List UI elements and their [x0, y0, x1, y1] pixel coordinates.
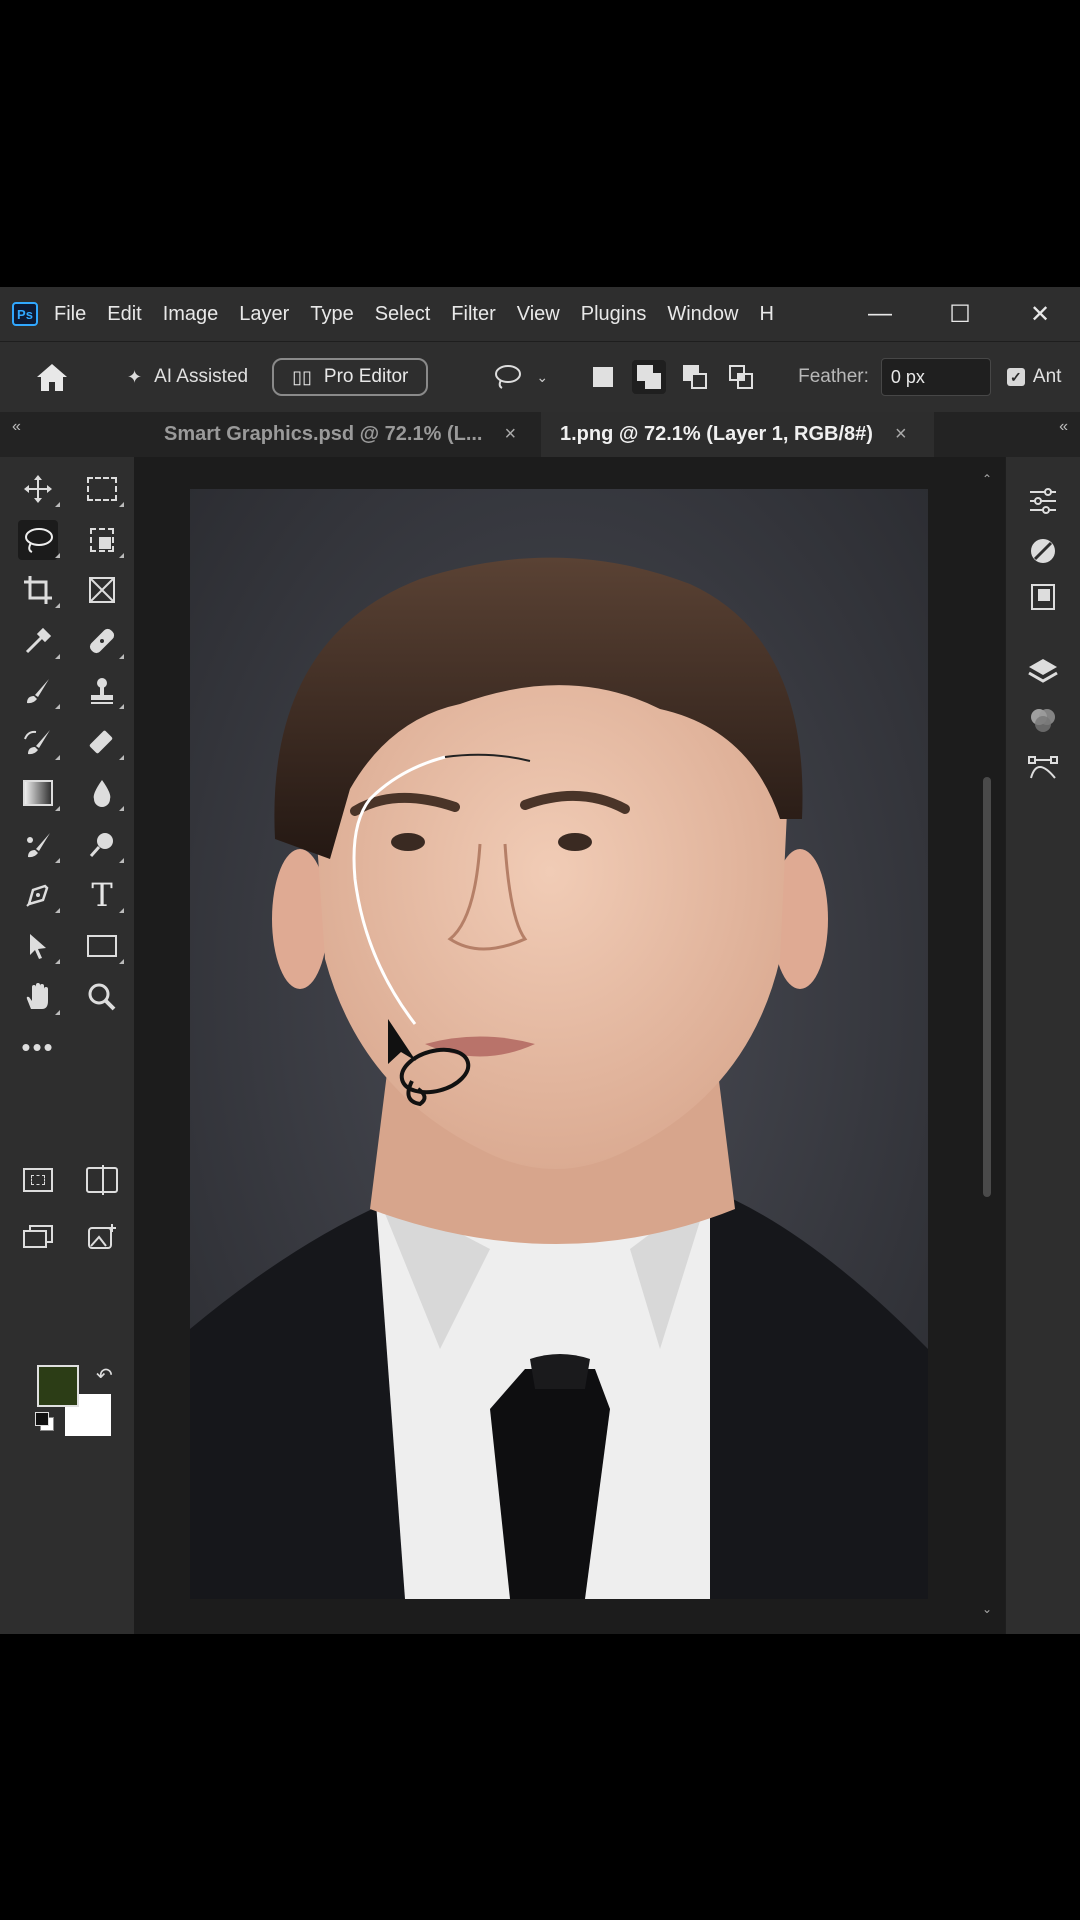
minimize-button[interactable]: — — [840, 287, 920, 341]
feather-input[interactable] — [880, 358, 991, 396]
ps-logo: Ps — [12, 302, 38, 326]
tools-panel: T ••• ↶ — [0, 457, 134, 1634]
document-tabs: « Smart Graphics.psd @ 72.1% (L... × 1.p… — [0, 412, 1080, 457]
window-controls: — ☐ ✕ — [840, 287, 1080, 341]
type-tool-icon[interactable]: T — [82, 875, 124, 915]
brush-tool-icon[interactable] — [18, 671, 60, 711]
clone-stamp-tool-icon[interactable] — [82, 671, 124, 711]
generate-image-icon[interactable] — [82, 1217, 122, 1257]
lasso-preset-picker[interactable]: ⌄ — [492, 363, 548, 391]
pen-tool-icon[interactable] — [18, 875, 60, 915]
collapse-panels-icon[interactable]: « — [1059, 418, 1068, 436]
libraries-icon[interactable] — [1025, 579, 1061, 615]
scroll-up-icon[interactable]: ⌃ — [980, 472, 994, 486]
frame-tool-icon[interactable] — [82, 570, 122, 610]
vertical-scrollbar[interactable]: ⌃ ⌄ — [980, 472, 994, 1617]
menu-window[interactable]: Window — [667, 303, 738, 326]
menu-help[interactable]: H — [759, 303, 773, 326]
checkmark-icon: ✓ — [1006, 368, 1025, 386]
new-selection-icon[interactable] — [586, 360, 620, 394]
collapse-tools-icon[interactable]: « — [12, 418, 21, 436]
swap-colors-icon[interactable]: ↶ — [96, 1363, 113, 1388]
move-tool-icon[interactable] — [18, 469, 60, 509]
gradient-tool-icon[interactable] — [18, 773, 60, 813]
screen-mode-icon[interactable] — [18, 1217, 58, 1257]
tab-1-png[interactable]: 1.png @ 72.1% (Layer 1, RGB/8#) × — [541, 412, 934, 457]
tab-label: 1.png @ 72.1% (Layer 1, RGB/8#) — [560, 423, 873, 445]
mixer-brush-tool-icon[interactable] — [18, 825, 60, 865]
eraser-tool-icon[interactable] — [82, 722, 124, 762]
feather-label: Feather: — [798, 366, 869, 387]
blur-tool-icon[interactable] — [82, 773, 124, 813]
lasso-tool-icon[interactable] — [18, 520, 60, 560]
hand-tool-icon[interactable] — [18, 977, 60, 1017]
ai-assisted-label: AI Assisted — [154, 366, 249, 387]
adjustments-icon[interactable] — [1025, 483, 1061, 519]
menu-bar: Ps File Edit Image Layer Type Select Fil… — [0, 287, 1080, 341]
intersect-selection-icon[interactable] — [724, 360, 758, 394]
layers-icon[interactable] — [1025, 653, 1061, 689]
object-selection-tool-icon[interactable] — [82, 520, 124, 560]
close-button[interactable]: ✕ — [1000, 287, 1080, 341]
chevron-down-icon: ⌄ — [536, 368, 549, 385]
channels-icon[interactable] — [1025, 702, 1061, 738]
lasso-icon — [495, 365, 522, 389]
menu-layer[interactable]: Layer — [239, 303, 289, 326]
dodge-tool-icon[interactable] — [82, 825, 124, 865]
home-icon[interactable] — [33, 358, 71, 396]
default-colors-icon[interactable] — [35, 1412, 54, 1431]
more-tools-icon[interactable]: ••• — [18, 1027, 58, 1067]
anti-alias-checkbox[interactable]: ✓ Ant — [1006, 366, 1062, 388]
close-tab-icon[interactable]: × — [895, 423, 907, 446]
scroll-down-icon[interactable]: ⌄ — [980, 1602, 994, 1616]
menu-edit[interactable]: Edit — [107, 303, 141, 326]
options-bar: ✦ AI Assisted ▯▯ Pro Editor ⌄ Feather: 0… — [0, 341, 1080, 413]
maximize-button[interactable]: ☐ — [920, 287, 1000, 341]
path-selection-tool-icon[interactable] — [18, 926, 60, 966]
healing-brush-tool-icon[interactable] — [82, 621, 124, 661]
crop-tool-icon[interactable] — [18, 570, 60, 610]
eyedropper-tool-icon[interactable] — [18, 621, 60, 661]
sparkle-icon: ✦ — [127, 366, 143, 387]
menu-view[interactable]: View — [517, 303, 560, 326]
pro-editor-label: Pro Editor — [323, 366, 409, 387]
menu-select[interactable]: Select — [375, 303, 431, 326]
photoshop-window: Ps File Edit Image Layer Type Select Fil… — [0, 287, 1080, 1634]
ai-assisted-toggle[interactable]: ✦ AI Assisted — [127, 366, 248, 388]
menu-file[interactable]: File — [54, 303, 86, 326]
anti-alias-label: Ant — [1032, 366, 1062, 387]
scroll-thumb[interactable] — [983, 777, 991, 1197]
right-panel-dock — [1005, 457, 1080, 1634]
menu-image[interactable]: Image — [163, 303, 219, 326]
paths-icon[interactable] — [1025, 749, 1061, 785]
canvas-image[interactable] — [190, 489, 928, 1599]
menu-type[interactable]: Type — [310, 303, 353, 326]
compare-icon[interactable] — [82, 1160, 122, 1200]
tab-smart-graphics[interactable]: Smart Graphics.psd @ 72.1% (L... × — [148, 412, 541, 457]
menu-filter[interactable]: Filter — [451, 303, 495, 326]
quick-mask-icon[interactable] — [18, 1160, 58, 1200]
foreground-color-swatch[interactable] — [37, 1365, 79, 1407]
history-brush-tool-icon[interactable] — [18, 722, 60, 762]
close-tab-icon[interactable]: × — [505, 423, 517, 446]
tab-label: Smart Graphics.psd @ 72.1% (L... — [164, 423, 483, 445]
pro-editor-icon: ▯▯ — [292, 366, 312, 387]
zoom-tool-icon[interactable] — [82, 977, 122, 1017]
selection-modes — [586, 360, 758, 394]
add-to-selection-icon[interactable] — [632, 360, 667, 394]
document-canvas-area[interactable] — [134, 457, 1005, 1634]
menu-plugins[interactable]: Plugins — [581, 303, 647, 326]
marquee-tool-icon[interactable] — [82, 469, 124, 509]
rectangle-tool-icon[interactable] — [82, 926, 124, 966]
subtract-from-selection-icon[interactable] — [678, 360, 712, 394]
properties-icon[interactable] — [1025, 533, 1061, 569]
pro-editor-button[interactable]: ▯▯ Pro Editor — [272, 358, 429, 396]
